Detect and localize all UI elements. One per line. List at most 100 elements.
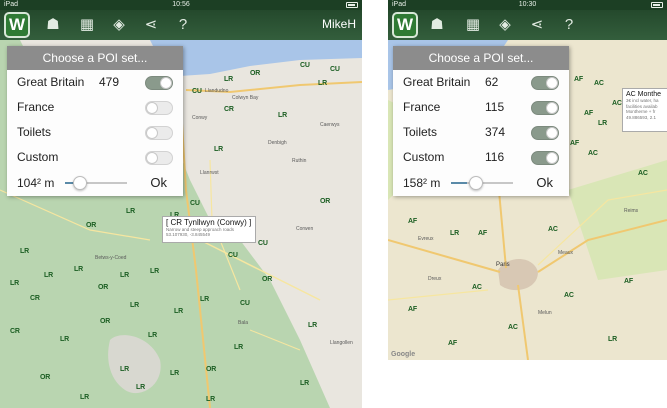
poi-marker[interactable]: CU <box>192 88 202 95</box>
poi-marker[interactable]: CU <box>240 300 250 307</box>
poi-marker[interactable]: AF <box>584 110 593 117</box>
poi-marker[interactable]: CU <box>258 240 268 247</box>
poi-callout[interactable]: AC Monthe 3€ incl water, ha facilities a… <box>622 88 667 132</box>
share-icon[interactable]: ⋖ <box>526 14 548 36</box>
map-icon[interactable]: ▦ <box>462 14 484 36</box>
poi-marker[interactable]: LR <box>20 248 29 255</box>
poi-marker[interactable]: OR <box>320 198 330 205</box>
poi-marker[interactable]: AF <box>574 76 583 83</box>
poi-marker[interactable]: LR <box>126 208 135 215</box>
screen-great-britain: iPad 10:56 W ☗ ▦ ◈ ⋖ ? MikeH Colwyn Bay … <box>0 0 362 408</box>
poi-marker[interactable]: AC <box>548 226 558 233</box>
poi-marker[interactable]: LR <box>608 336 617 343</box>
w-logo-icon[interactable]: W <box>4 12 30 38</box>
poi-marker[interactable]: LR <box>10 280 19 287</box>
poi-marker[interactable]: CR <box>224 106 234 113</box>
poi-set-toggle[interactable] <box>145 76 173 90</box>
poi-set-row-france[interactable]: France 115 <box>393 95 569 120</box>
poi-marker[interactable]: LR <box>174 308 183 315</box>
poi-marker[interactable]: LR <box>224 76 233 83</box>
poi-marker[interactable]: LR <box>300 380 309 387</box>
poi-marker[interactable]: AC <box>472 284 482 291</box>
poi-set-toggle[interactable] <box>145 101 173 115</box>
help-icon[interactable]: ? <box>558 14 580 36</box>
poi-set-row-france[interactable]: France <box>7 95 183 120</box>
poi-marker[interactable]: OR <box>262 276 272 283</box>
poi-marker[interactable]: AC <box>588 150 598 157</box>
poi-marker[interactable]: CU <box>300 62 310 69</box>
help-icon[interactable]: ? <box>172 14 194 36</box>
w-logo-icon[interactable]: W <box>392 12 418 38</box>
place-label: Reims <box>624 208 639 214</box>
poi-set-toggle[interactable] <box>145 126 173 140</box>
poi-marker[interactable]: CU <box>330 66 340 73</box>
poi-set-toggle[interactable] <box>531 151 559 165</box>
poi-marker[interactable]: LR <box>130 302 139 309</box>
poi-marker[interactable]: LR <box>234 344 243 351</box>
poi-set-row-great-britain[interactable]: Great Britain 62 <box>393 70 569 95</box>
poi-marker[interactable]: LR <box>206 396 215 403</box>
poi-marker[interactable]: AC <box>508 324 518 331</box>
poi-set-row-custom[interactable]: Custom 116 <box>393 145 569 170</box>
poi-marker[interactable]: OR <box>98 284 108 291</box>
poi-marker[interactable]: LR <box>170 370 179 377</box>
poi-marker[interactable]: AF <box>478 230 487 237</box>
ok-button[interactable]: Ok <box>150 170 167 196</box>
poi-set-row-custom[interactable]: Custom <box>7 145 183 170</box>
poi-set-toggle[interactable] <box>531 126 559 140</box>
poi-set-name: Custom <box>403 150 445 164</box>
poi-marker[interactable]: OR <box>250 70 260 77</box>
poi-set-row-toilets[interactable]: Toilets 374 <box>393 120 569 145</box>
poi-marker[interactable]: CU <box>190 200 200 207</box>
poi-marker[interactable]: LR <box>120 366 129 373</box>
poi-marker[interactable]: LR <box>450 230 459 237</box>
poi-set-toggle[interactable] <box>145 151 173 165</box>
radius-slider-thumb[interactable] <box>73 176 87 190</box>
poi-marker[interactable]: OR <box>100 318 110 325</box>
poi-person-icon[interactable]: ☗ <box>42 14 64 36</box>
poi-marker[interactable]: AC <box>564 292 574 299</box>
share-icon[interactable]: ⋖ <box>140 14 162 36</box>
poi-set-row-toilets[interactable]: Toilets <box>7 120 183 145</box>
poi-marker[interactable]: AF <box>448 340 457 347</box>
poi-callout[interactable]: [ CR Tynllwyn (Conwy) ] Narrow and steep… <box>162 216 256 243</box>
poi-set-toggle[interactable] <box>531 101 559 115</box>
poi-marker[interactable]: AF <box>408 218 417 225</box>
poi-set-toggle[interactable] <box>531 76 559 90</box>
poi-marker[interactable]: AF <box>408 306 417 313</box>
poi-marker[interactable]: LR <box>200 296 209 303</box>
poi-marker[interactable]: CU <box>228 252 238 259</box>
poi-marker[interactable]: LR <box>120 272 129 279</box>
poi-marker[interactable]: OR <box>86 222 96 229</box>
poi-marker[interactable]: LR <box>598 120 607 127</box>
poi-marker[interactable]: AC <box>612 100 622 107</box>
radius-slider-thumb[interactable] <box>469 176 483 190</box>
poi-marker[interactable]: LR <box>44 272 53 279</box>
poi-marker[interactable]: OR <box>40 374 50 381</box>
poi-marker[interactable]: LR <box>136 384 145 391</box>
map-icon[interactable]: ▦ <box>76 14 98 36</box>
poi-marker[interactable]: CR <box>10 328 20 335</box>
poi-marker[interactable]: OR <box>206 366 216 373</box>
poi-marker[interactable]: AC <box>594 80 604 87</box>
poi-marker[interactable]: LR <box>80 394 89 401</box>
poi-marker[interactable]: AC <box>638 170 648 177</box>
username-label[interactable]: MikeH <box>322 17 356 31</box>
directions-icon[interactable]: ◈ <box>494 14 516 36</box>
poi-marker[interactable]: LR <box>214 146 223 153</box>
poi-marker[interactable]: AF <box>570 140 579 147</box>
poi-marker[interactable]: LR <box>308 322 317 329</box>
poi-marker[interactable]: LR <box>60 336 69 343</box>
poi-marker[interactable]: LR <box>278 112 287 119</box>
poi-person-icon[interactable]: ☗ <box>426 14 448 36</box>
poi-marker[interactable]: LR <box>150 268 159 275</box>
directions-icon[interactable]: ◈ <box>108 14 130 36</box>
ok-button[interactable]: Ok <box>536 170 553 196</box>
poi-marker[interactable]: AF <box>624 278 633 285</box>
poi-set-row-great-britain[interactable]: Great Britain 479 <box>7 70 183 95</box>
poi-marker[interactable]: CR <box>30 295 40 302</box>
poi-marker[interactable]: LR <box>318 80 327 87</box>
poi-marker[interactable]: LR <box>148 332 157 339</box>
poi-marker[interactable]: LR <box>74 266 83 273</box>
screen-france: iPad 10:30 W ☗ ▦ ◈ ⋖ ? Paris Reims Evreu… <box>388 0 667 360</box>
